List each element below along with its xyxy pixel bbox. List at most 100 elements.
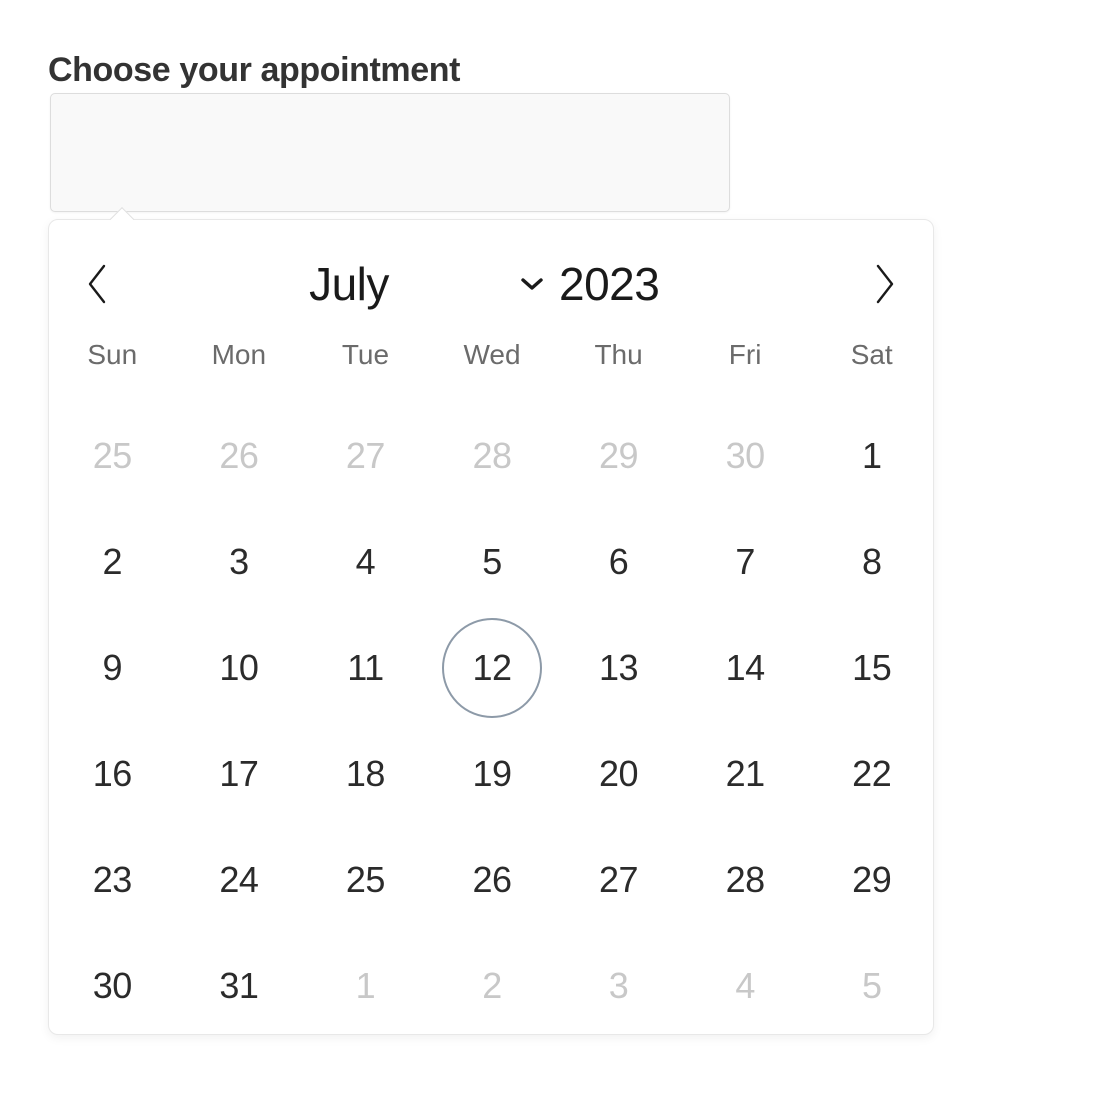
date-number[interactable]: 29	[822, 830, 922, 930]
date-number[interactable]: 14	[695, 618, 795, 718]
date-number[interactable]: 20	[569, 724, 669, 824]
date-number[interactable]: 23	[62, 830, 162, 930]
page-title: Choose your appointment	[48, 50, 461, 89]
date-number[interactable]: 26	[189, 406, 289, 506]
date-cell[interactable]: 27	[555, 827, 682, 933]
date-number[interactable]: 1	[315, 936, 415, 1036]
date-number[interactable]: 31	[189, 936, 289, 1036]
weekday-label-sun: Sun	[87, 339, 138, 370]
date-cell[interactable]: 13	[555, 615, 682, 721]
date-cell[interactable]: 9	[49, 615, 176, 721]
date-cell[interactable]: 29	[555, 403, 682, 509]
date-number[interactable]: 12	[441, 618, 542, 718]
date-cell[interactable]: 21	[682, 721, 809, 827]
date-number[interactable]: 18	[315, 724, 415, 824]
date-number[interactable]: 11	[315, 618, 415, 718]
date-cell[interactable]: 14	[682, 615, 809, 721]
date-number[interactable]: 6	[569, 512, 669, 612]
date-cell[interactable]: 25	[49, 403, 176, 509]
date-cell[interactable]: 3	[555, 933, 682, 1039]
date-cell[interactable]: 23	[49, 827, 176, 933]
date-cell[interactable]: 1	[808, 403, 935, 509]
date-cell[interactable]: 5	[808, 933, 935, 1039]
date-number[interactable]: 8	[822, 512, 922, 612]
date-number[interactable]: 25	[62, 406, 162, 506]
date-cell[interactable]: 11	[302, 615, 429, 721]
date-number[interactable]: 10	[189, 618, 289, 718]
date-cell[interactable]: 31	[176, 933, 303, 1039]
date-number[interactable]: 4	[315, 512, 415, 612]
date-number[interactable]: 13	[569, 618, 669, 718]
date-cell[interactable]: 2	[429, 933, 556, 1039]
date-grid: 25 26 27 28 29 30 1 2 3 4 5 6 7 8 9 10 11 12 13 14 15 16 17 18 1…	[49, 403, 935, 1039]
date-cell[interactable]: 27	[302, 403, 429, 509]
date-cell[interactable]: 2	[49, 509, 176, 615]
date-number[interactable]: 9	[62, 618, 162, 718]
date-cell[interactable]: 20	[555, 721, 682, 827]
date-number[interactable]: 29	[569, 406, 669, 506]
date-cell[interactable]: 24	[176, 827, 303, 933]
date-cell[interactable]: 19	[429, 721, 556, 827]
weekday-label-thu: Thu	[594, 339, 643, 370]
date-number[interactable]: 30	[695, 406, 795, 506]
date-cell[interactable]: 4	[302, 509, 429, 615]
date-number[interactable]: 28	[695, 830, 795, 930]
date-number[interactable]: 27	[569, 830, 669, 930]
date-number[interactable]: 5	[822, 936, 922, 1036]
date-number[interactable]: 26	[442, 830, 542, 930]
date-cell[interactable]: 6	[555, 509, 682, 615]
calendar-popup: July 2023 Sun Mon Tue Wed Thu Fri Sat 25 26 27 28…	[48, 219, 934, 1035]
date-number[interactable]: 17	[189, 724, 289, 824]
date-cell[interactable]: 30	[49, 933, 176, 1039]
date-cell[interactable]: 3	[176, 509, 303, 615]
weekday-header-row: Sun Mon Tue Wed Thu Fri Sat	[49, 335, 935, 375]
date-number[interactable]: 3	[569, 936, 669, 1036]
date-cell[interactable]: 10	[176, 615, 303, 721]
weekday-label-wed: Wed	[463, 339, 521, 370]
weekday-label-mon: Mon	[211, 339, 267, 370]
year-selector[interactable]: 2023	[519, 256, 660, 312]
date-number[interactable]: 27	[315, 406, 415, 506]
date-number[interactable]: 25	[315, 830, 415, 930]
date-cell[interactable]: 17	[176, 721, 303, 827]
date-cell[interactable]: 26	[176, 403, 303, 509]
date-cell[interactable]: 30	[682, 403, 809, 509]
date-number[interactable]: 3	[189, 512, 289, 612]
date-cell[interactable]: 26	[429, 827, 556, 933]
date-number[interactable]: 21	[695, 724, 795, 824]
date-cell[interactable]: 29	[808, 827, 935, 933]
chevron-right-icon	[869, 262, 899, 306]
chevron-left-icon	[83, 262, 113, 306]
date-cell[interactable]: 4	[682, 933, 809, 1039]
date-number[interactable]: 1	[822, 406, 922, 506]
date-cell[interactable]: 1	[302, 933, 429, 1039]
date-number[interactable]: 24	[189, 830, 289, 930]
date-cell[interactable]: 22	[808, 721, 935, 827]
date-cell[interactable]: 8	[808, 509, 935, 615]
date-number[interactable]: 16	[62, 724, 162, 824]
date-cell[interactable]: 25	[302, 827, 429, 933]
date-number[interactable]: 15	[822, 618, 922, 718]
date-number[interactable]: 5	[442, 512, 542, 612]
date-number[interactable]: 28	[442, 406, 542, 506]
date-number[interactable]: 7	[695, 512, 795, 612]
date-cell[interactable]: 7	[682, 509, 809, 615]
appointment-date-input[interactable]	[50, 93, 730, 212]
date-number[interactable]: 2	[62, 512, 162, 612]
date-cell[interactable]: 18	[302, 721, 429, 827]
date-cell[interactable]: 28	[682, 827, 809, 933]
date-cell[interactable]: 16	[49, 721, 176, 827]
chevron-down-icon[interactable]	[519, 271, 545, 297]
date-cell[interactable]: 15	[808, 615, 935, 721]
month-label[interactable]: July	[229, 256, 469, 312]
date-cell[interactable]: 28	[429, 403, 556, 509]
next-month-button[interactable]	[857, 257, 911, 311]
date-number[interactable]: 30	[62, 936, 162, 1036]
date-number[interactable]: 2	[442, 936, 542, 1036]
date-number[interactable]: 19	[442, 724, 542, 824]
previous-month-button[interactable]	[71, 257, 125, 311]
date-number[interactable]: 4	[695, 936, 795, 1036]
date-cell[interactable]: 5	[429, 509, 556, 615]
date-number[interactable]: 22	[822, 724, 922, 824]
date-cell[interactable]: 12	[429, 615, 556, 721]
